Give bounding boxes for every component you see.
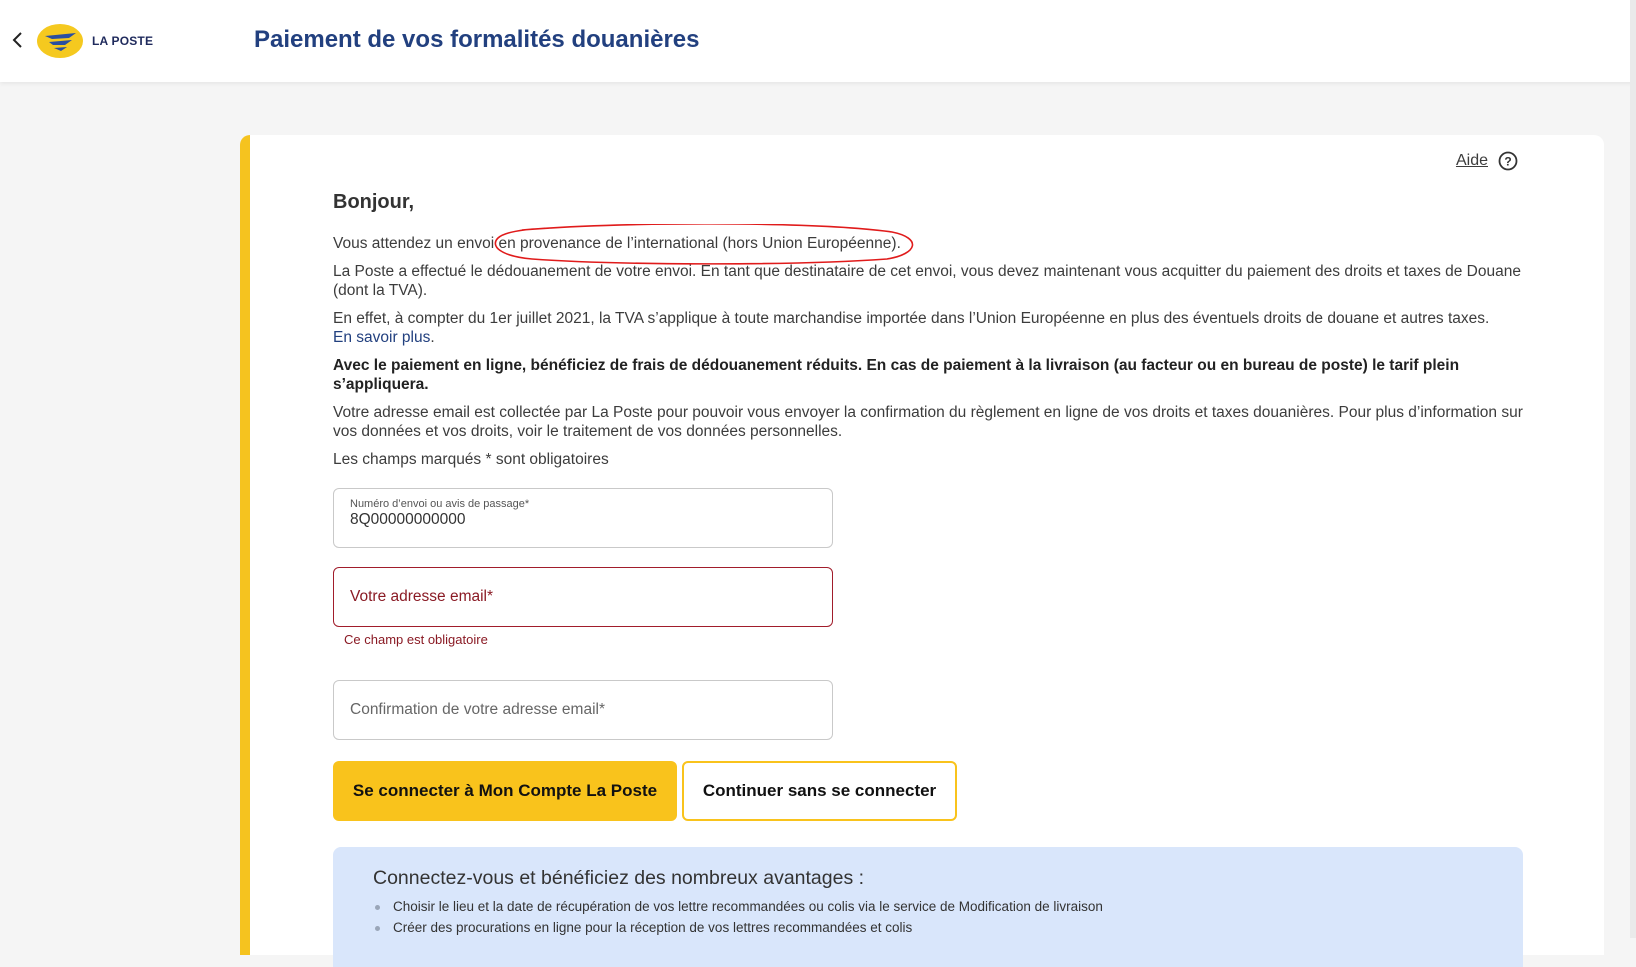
- help-link[interactable]: Aide ?: [1456, 151, 1518, 171]
- benefits-list: Choisir le lieu et la date de récupérati…: [373, 896, 1483, 938]
- email-info-paragraph: Votre adresse email est collectée par La…: [333, 404, 1523, 440]
- customs-paragraph: La Poste a effectué le dédouanement de v…: [333, 263, 1521, 299]
- la-poste-logo-icon: [37, 24, 83, 58]
- highlighted-text-wrap: en provenance de l’international (hors U…: [495, 224, 914, 265]
- back-button[interactable]: [10, 28, 28, 52]
- page-scrollbar[interactable]: [1630, 0, 1636, 938]
- benefits-panel: Connectez-vous et bénéficiez des nombreu…: [333, 847, 1523, 967]
- logo-text: LA POSTE: [92, 34, 154, 48]
- header: LA POSTE Paiement de vos formalités doua…: [0, 0, 1636, 82]
- intro-paragraph: Vous attendez un envoi en provenance de …: [333, 224, 1533, 265]
- tracking-number-label: Numéro d’envoi ou avis de passage*: [350, 498, 530, 510]
- continue-without-login-button[interactable]: Continuer sans se connecter: [682, 761, 957, 821]
- email-placeholder: Votre adresse email*: [350, 588, 494, 605]
- highlighted-text: en provenance de l’international (hors U…: [498, 235, 901, 252]
- login-button[interactable]: Se connecter à Mon Compte La Poste: [333, 761, 677, 821]
- required-fields-note: Les champs marqués * sont obligatoires: [333, 451, 609, 468]
- tracking-number-input[interactable]: [350, 511, 810, 529]
- tracking-number-field[interactable]: Numéro d’envoi ou avis de passage*: [333, 488, 833, 548]
- email-confirm-field[interactable]: Confirmation de votre adresse email*: [333, 680, 833, 740]
- page-title: Paiement de vos formalités douanières: [254, 26, 700, 53]
- main-card: Aide ? Bonjour, Vous attendez un envoi e…: [240, 135, 1604, 967]
- chevron-left-icon: [12, 32, 22, 48]
- benefits-item: Créer des procurations en ligne pour la …: [373, 917, 1483, 938]
- intro-text: Vous attendez un envoi: [333, 235, 499, 252]
- question-circle-icon[interactable]: ?: [1498, 151, 1518, 171]
- learn-more-suffix: .: [430, 329, 435, 346]
- svg-text:?: ?: [1504, 155, 1511, 169]
- email-error-message: Ce champ est obligatoire: [344, 632, 488, 647]
- content: Bonjour, Vous attendez un envoi en prove…: [333, 191, 1533, 821]
- online-payment-paragraph: Avec le paiement en ligne, bénéficiez de…: [333, 357, 1460, 393]
- learn-more-link[interactable]: En savoir plus: [333, 329, 430, 346]
- help-label[interactable]: Aide: [1456, 152, 1488, 170]
- vat-text: En effet, à compter du 1er juillet 2021,…: [333, 310, 1490, 327]
- la-poste-logo[interactable]: LA POSTE: [36, 20, 166, 62]
- greeting: Bonjour,: [333, 191, 415, 213]
- action-buttons: Se connecter à Mon Compte La Poste Conti…: [333, 761, 1533, 821]
- email-confirm-placeholder: Confirmation de votre adresse email*: [350, 701, 606, 718]
- benefits-item: Choisir le lieu et la date de récupérati…: [373, 896, 1483, 917]
- vat-paragraph: En effet, à compter du 1er juillet 2021,…: [333, 309, 1533, 347]
- email-field[interactable]: Votre adresse email*: [333, 567, 833, 627]
- benefits-title: Connectez-vous et bénéficiez des nombreu…: [373, 867, 865, 889]
